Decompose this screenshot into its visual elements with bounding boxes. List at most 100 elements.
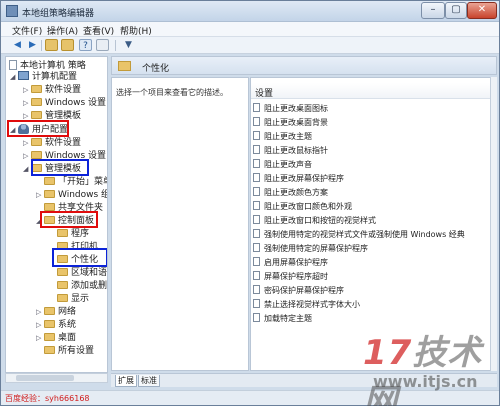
navigation-tree[interactable]: 本地计算机 策略 ◢ 计算机配置 ▷ 软件设置 ▷ Windows 设置 ▷ 管… bbox=[5, 56, 108, 373]
policy-setting-icon bbox=[253, 229, 260, 238]
list-item[interactable]: 阻止更改窗口颜色和外观 bbox=[251, 200, 496, 213]
show-hide-tree-icon[interactable] bbox=[61, 39, 74, 51]
list-item-label: 阻止更改窗口颜色和外观 bbox=[264, 202, 352, 211]
forward-arrow-icon[interactable]: ▶ bbox=[26, 39, 39, 51]
folder-icon bbox=[31, 85, 42, 93]
list-item-label: 密码保护屏幕保护程序 bbox=[264, 286, 344, 295]
toolbar-separator bbox=[41, 40, 42, 51]
tree-item-region-language[interactable]: 区域和语 bbox=[57, 267, 107, 279]
tree-item-add-remove-programs[interactable]: 添加或删除 bbox=[57, 280, 107, 292]
menu-action[interactable]: 操作(A) bbox=[47, 24, 78, 37]
tree-item-uc-windows[interactable]: Windows 设置 bbox=[31, 150, 106, 162]
credit-text: 百度经验：syh666168 bbox=[5, 394, 90, 403]
list-item[interactable]: 阻止更改屏幕保护程序 bbox=[251, 172, 496, 185]
folder-icon bbox=[57, 294, 68, 302]
computer-icon bbox=[18, 71, 29, 80]
collapse-arrow-icon[interactable]: ▷ bbox=[23, 84, 28, 96]
folder-icon bbox=[44, 190, 55, 198]
tree-item-uc-admin[interactable]: 管理模板 bbox=[31, 163, 81, 175]
tree-item-cc-software[interactable]: 软件设置 bbox=[31, 84, 81, 96]
collapse-arrow-icon[interactable]: ▷ bbox=[36, 306, 41, 318]
policy-setting-icon bbox=[253, 299, 260, 308]
menu-view[interactable]: 查看(V) bbox=[83, 24, 114, 37]
policy-setting-icon bbox=[253, 159, 260, 168]
tree-item-personalization[interactable]: 个性化 bbox=[57, 254, 98, 266]
expand-arrow-icon[interactable]: ◢ bbox=[36, 215, 41, 227]
expand-arrow-icon[interactable]: ◢ bbox=[23, 163, 28, 175]
collapse-arrow-icon[interactable]: ▷ bbox=[36, 189, 41, 201]
back-arrow-icon[interactable]: ◀ bbox=[11, 39, 24, 51]
tree-item-user-config[interactable]: 用户配置 bbox=[18, 124, 68, 136]
list-item[interactable]: 阻止更改声音 bbox=[251, 158, 496, 171]
list-item[interactable]: 阻止更改桌面图标 bbox=[251, 102, 496, 115]
tree-item-computer-config[interactable]: 计算机配置 bbox=[18, 71, 77, 83]
toolbar: ◀ ▶ ? ▼ bbox=[1, 37, 499, 54]
list-item[interactable]: 阻止更改颜色方案 bbox=[251, 186, 496, 199]
list-item[interactable]: 屏幕保护程序超时 bbox=[251, 270, 496, 283]
list-item[interactable]: 阻止更改桌面背景 bbox=[251, 116, 496, 129]
help-icon[interactable]: ? bbox=[79, 39, 92, 51]
app-icon bbox=[6, 5, 18, 17]
policy-setting-icon bbox=[253, 173, 260, 182]
list-item[interactable]: 强制使用特定的屏幕保护程序 bbox=[251, 242, 496, 255]
tree-item-all-settings[interactable]: 所有设置 bbox=[44, 345, 94, 357]
collapse-arrow-icon[interactable]: ▷ bbox=[36, 319, 41, 331]
tree-horizontal-scrollbar[interactable] bbox=[5, 373, 108, 383]
folder-icon bbox=[44, 320, 55, 328]
policy-setting-icon bbox=[253, 187, 260, 196]
tree-item-shared-folders[interactable]: 共享文件夹 bbox=[44, 202, 103, 214]
collapse-arrow-icon[interactable]: ▷ bbox=[23, 150, 28, 162]
list-item-label: 屏幕保护程序超时 bbox=[264, 272, 328, 281]
close-button[interactable]: ✕ bbox=[467, 2, 497, 19]
properties-icon[interactable] bbox=[96, 39, 109, 51]
tree-item-cc-windows[interactable]: Windows 设置 bbox=[31, 97, 106, 109]
collapse-arrow-icon[interactable]: ▷ bbox=[23, 137, 28, 149]
collapse-arrow-icon[interactable]: ▷ bbox=[36, 332, 41, 344]
tree-item-printers[interactable]: 打印机 bbox=[57, 241, 98, 253]
tree-item-uc-software[interactable]: 软件设置 bbox=[31, 137, 81, 149]
list-item[interactable]: 强制使用特定的视觉样式文件或强制使用 Windows 经典 bbox=[251, 228, 496, 241]
tree-item-desktop[interactable]: 桌面 bbox=[44, 332, 76, 344]
policy-document-icon bbox=[9, 60, 17, 70]
up-folder-icon[interactable] bbox=[45, 39, 58, 51]
folder-icon bbox=[31, 151, 42, 159]
tree-item-cc-admin[interactable]: 管理模板 bbox=[31, 110, 81, 122]
maximize-button[interactable]: ▢ bbox=[445, 2, 467, 19]
tree-item-programs[interactable]: 程序 bbox=[57, 228, 89, 240]
menu-file[interactable]: 文件(F) bbox=[12, 24, 42, 37]
collapse-arrow-icon[interactable]: ▷ bbox=[23, 97, 28, 109]
scrollbar-thumb[interactable] bbox=[16, 375, 74, 381]
collapse-arrow-icon[interactable]: ▷ bbox=[23, 110, 28, 122]
list-item[interactable]: 启用屏幕保护程序 bbox=[251, 256, 496, 269]
tree-item-network[interactable]: 网络 bbox=[44, 306, 76, 318]
tree-item-start-menu[interactable]: 「开始」菜单 bbox=[44, 176, 107, 188]
folder-icon bbox=[31, 164, 42, 172]
filter-icon[interactable]: ▼ bbox=[122, 39, 135, 51]
window-title: 本地组策略编辑器 bbox=[22, 9, 95, 19]
list-item[interactable]: 阻止更改鼠标指针 bbox=[251, 144, 496, 157]
list-item[interactable]: 密码保护屏幕保护程序 bbox=[251, 284, 496, 297]
user-icon bbox=[18, 124, 29, 134]
list-item[interactable]: 加载特定主题 bbox=[251, 312, 496, 325]
tab-standard[interactable]: 标准 bbox=[138, 375, 160, 387]
tree-item-system[interactable]: 系统 bbox=[44, 319, 76, 331]
policy-setting-icon bbox=[253, 243, 260, 252]
tab-extended[interactable]: 扩展 bbox=[115, 375, 137, 387]
title-bar[interactable]: 本地组策略编辑器 – ▢ ✕ bbox=[1, 1, 499, 22]
list-item[interactable]: 禁止选择视觉样式字体大小 bbox=[251, 298, 496, 311]
expand-arrow-icon[interactable]: ◢ bbox=[10, 124, 15, 136]
tree-item-display[interactable]: 显示 bbox=[57, 293, 89, 305]
list-item-label: 阻止更改主题 bbox=[264, 132, 312, 141]
watermark-logo: 17技术网 bbox=[363, 333, 483, 406]
list-item[interactable]: 阻止更改窗口和按钮的视觉样式 bbox=[251, 214, 496, 227]
folder-icon bbox=[44, 203, 55, 211]
column-header-settings[interactable]: 设置 bbox=[251, 83, 496, 99]
minimize-button[interactable]: – bbox=[421, 2, 445, 19]
tree-item-windows-components[interactable]: Windows 组 bbox=[44, 189, 107, 201]
menu-help[interactable]: 帮助(H) bbox=[120, 24, 152, 37]
list-item[interactable]: 阻止更改主题 bbox=[251, 130, 496, 143]
expand-arrow-icon[interactable]: ◢ bbox=[10, 71, 15, 83]
folder-icon bbox=[44, 346, 55, 354]
folder-icon bbox=[44, 216, 55, 224]
tree-item-control-panel[interactable]: 控制面板 bbox=[44, 215, 94, 227]
